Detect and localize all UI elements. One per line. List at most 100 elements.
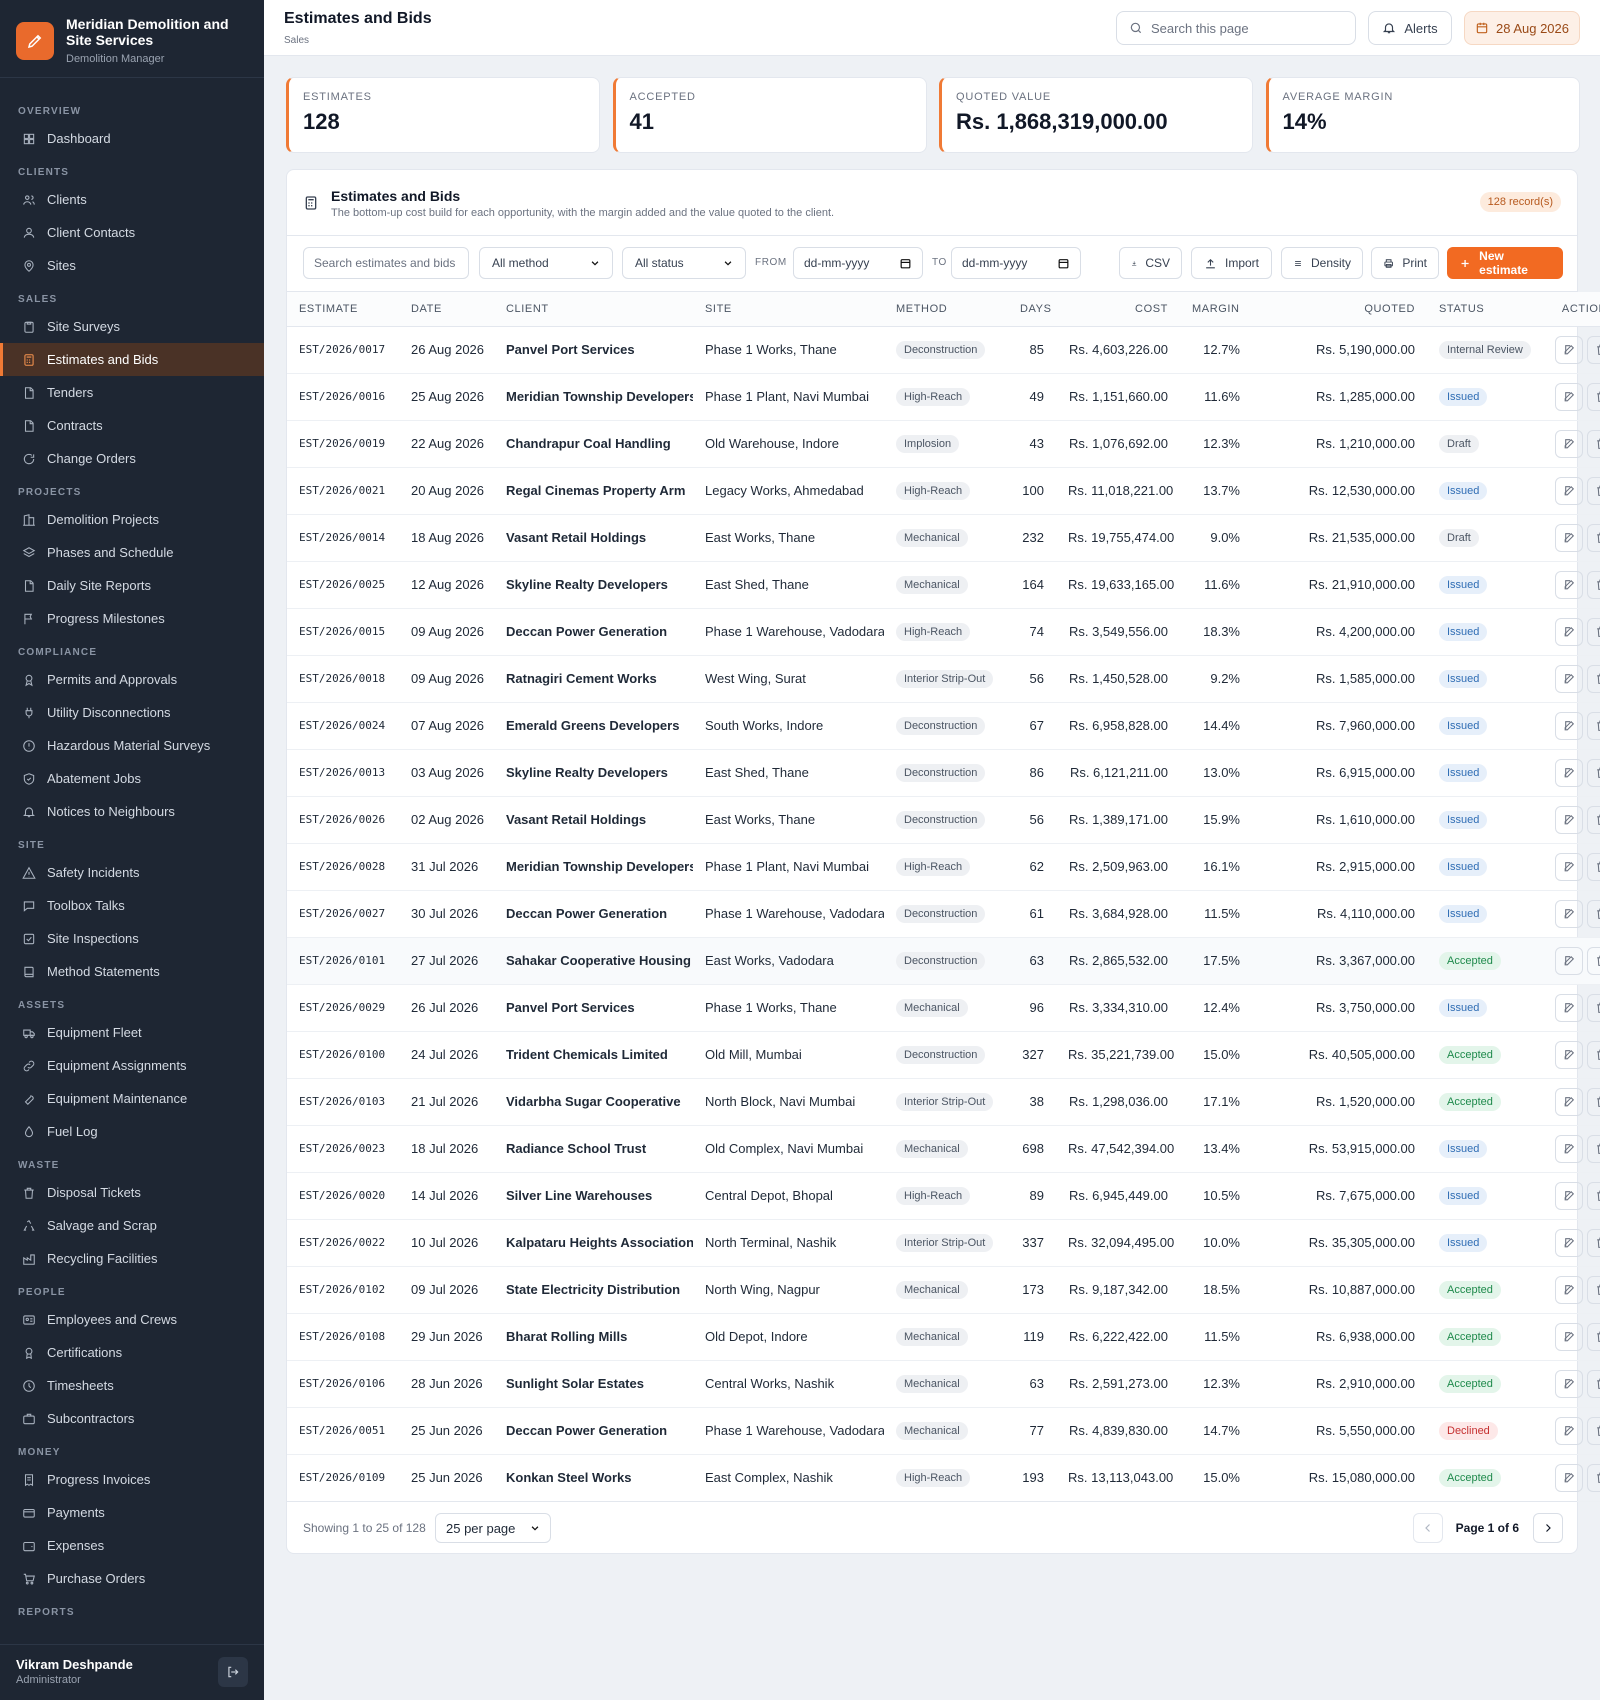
edit-button[interactable] bbox=[1555, 1228, 1583, 1257]
sidebar-item-progress-milestones[interactable]: Progress Milestones bbox=[0, 602, 264, 635]
edit-button[interactable] bbox=[1555, 946, 1583, 975]
edit-button[interactable] bbox=[1555, 1181, 1583, 1210]
sidebar-item-fuel-log[interactable]: Fuel Log bbox=[0, 1115, 264, 1148]
table-search-input[interactable]: Search estimates and bids bbox=[303, 247, 469, 279]
table-row[interactable]: EST/2026/0022 10 Jul 2026 Kalpataru Height… bbox=[287, 1219, 1600, 1267]
sidebar-item-estimates-and-bids[interactable]: Estimates and Bids bbox=[0, 343, 264, 376]
table-row[interactable]: EST/2026/0016 25 Aug 2026 Meridian Townshi… bbox=[287, 373, 1600, 421]
delete-button[interactable] bbox=[1587, 711, 1600, 740]
sidebar-item-daily-site-reports[interactable]: Daily Site Reports bbox=[0, 569, 264, 602]
sidebar-item-utility-disconnections[interactable]: Utility Disconnections bbox=[0, 696, 264, 729]
edit-button[interactable] bbox=[1555, 1040, 1583, 1069]
delete-button[interactable] bbox=[1587, 899, 1600, 928]
edit-button[interactable] bbox=[1555, 711, 1583, 740]
edit-button[interactable] bbox=[1555, 1087, 1583, 1116]
sidebar-item-dashboard[interactable]: Dashboard bbox=[0, 122, 264, 155]
to-date-input[interactable]: dd-mm-yyyy bbox=[951, 247, 1081, 279]
delete-button[interactable] bbox=[1587, 1228, 1600, 1257]
sidebar-item-permits-and-approvals[interactable]: Permits and Approvals bbox=[0, 663, 264, 696]
print-button[interactable]: Print bbox=[1371, 247, 1439, 279]
sidebar-item-equipment-maintenance[interactable]: Equipment Maintenance bbox=[0, 1082, 264, 1115]
sidebar-item-abatement-jobs[interactable]: Abatement Jobs bbox=[0, 762, 264, 795]
table-row[interactable]: EST/2026/0103 21 Jul 2026 Vidarbha Sugar C… bbox=[287, 1078, 1600, 1126]
delete-button[interactable] bbox=[1587, 852, 1600, 881]
table-row[interactable]: EST/2026/0017 26 Aug 2026 Panvel Port Serv… bbox=[287, 326, 1600, 374]
sidebar-item-notices-to-neighbours[interactable]: Notices to Neighbours bbox=[0, 795, 264, 828]
delete-button[interactable] bbox=[1587, 664, 1600, 693]
delete-button[interactable] bbox=[1587, 1040, 1600, 1069]
table-row[interactable]: EST/2026/0018 09 Aug 2026 Ratnagiri Cement… bbox=[287, 655, 1600, 703]
edit-button[interactable] bbox=[1555, 899, 1583, 928]
delete-button[interactable] bbox=[1587, 1087, 1600, 1116]
sidebar-item-contracts[interactable]: Contracts bbox=[0, 409, 264, 442]
edit-button[interactable] bbox=[1555, 1369, 1583, 1398]
table-row[interactable]: EST/2026/0109 25 Jun 2026 Konkan Steel Wor… bbox=[287, 1454, 1600, 1502]
per-page-select[interactable]: 25 per page bbox=[435, 1513, 551, 1543]
edit-button[interactable] bbox=[1555, 1322, 1583, 1351]
edit-button[interactable] bbox=[1555, 429, 1583, 458]
sidebar-item-method-statements[interactable]: Method Statements bbox=[0, 955, 264, 988]
table-row[interactable]: EST/2026/0020 14 Jul 2026 Silver Line Ware… bbox=[287, 1172, 1600, 1220]
sidebar-item-tenders[interactable]: Tenders bbox=[0, 376, 264, 409]
table-row[interactable]: EST/2026/0014 18 Aug 2026 Vasant Retail Ho… bbox=[287, 514, 1600, 562]
edit-button[interactable] bbox=[1555, 570, 1583, 599]
table-row[interactable]: EST/2026/0021 20 Aug 2026 Regal Cinemas Pr… bbox=[287, 467, 1600, 515]
sidebar-item-subcontractors[interactable]: Subcontractors bbox=[0, 1402, 264, 1435]
new-estimate-button[interactable]: New estimate bbox=[1447, 247, 1563, 279]
sidebar-item-salvage-and-scrap[interactable]: Salvage and Scrap bbox=[0, 1209, 264, 1242]
sidebar-item-phases-and-schedule[interactable]: Phases and Schedule bbox=[0, 536, 264, 569]
logout-button[interactable] bbox=[218, 1657, 248, 1687]
delete-button[interactable] bbox=[1587, 523, 1600, 552]
table-row[interactable]: EST/2026/0102 09 Jul 2026 State Electricit… bbox=[287, 1266, 1600, 1314]
edit-button[interactable] bbox=[1555, 993, 1583, 1022]
delete-button[interactable] bbox=[1587, 993, 1600, 1022]
sidebar-item-expenses[interactable]: Expenses bbox=[0, 1529, 264, 1562]
sidebar-item-progress-invoices[interactable]: Progress Invoices bbox=[0, 1463, 264, 1496]
edit-button[interactable] bbox=[1555, 523, 1583, 552]
table-row[interactable]: EST/2026/0028 31 Jul 2026 Meridian Townshi… bbox=[287, 843, 1600, 891]
alerts-button[interactable]: Alerts bbox=[1368, 11, 1452, 45]
delete-button[interactable] bbox=[1587, 1416, 1600, 1445]
edit-button[interactable] bbox=[1555, 476, 1583, 505]
edit-button[interactable] bbox=[1555, 1134, 1583, 1163]
delete-button[interactable] bbox=[1587, 1181, 1600, 1210]
edit-button[interactable] bbox=[1555, 1416, 1583, 1445]
sidebar-item-employees-and-crews[interactable]: Employees and Crews bbox=[0, 1303, 264, 1336]
sidebar-item-equipment-assignments[interactable]: Equipment Assignments bbox=[0, 1049, 264, 1082]
method-filter-select[interactable]: All method bbox=[479, 247, 613, 279]
delete-button[interactable] bbox=[1587, 1275, 1600, 1304]
table-row[interactable]: EST/2026/0101 27 Jul 2026 Sahakar Cooperat… bbox=[287, 937, 1600, 985]
edit-button[interactable] bbox=[1555, 852, 1583, 881]
sidebar-item-demolition-projects[interactable]: Demolition Projects bbox=[0, 503, 264, 536]
sidebar-item-certifications[interactable]: Certifications bbox=[0, 1336, 264, 1369]
edit-button[interactable] bbox=[1555, 664, 1583, 693]
table-row[interactable]: EST/2026/0025 12 Aug 2026 Skyline Realty D… bbox=[287, 561, 1600, 609]
next-page-button[interactable] bbox=[1533, 1513, 1563, 1543]
delete-button[interactable] bbox=[1587, 1369, 1600, 1398]
table-row[interactable]: EST/2026/0013 03 Aug 2026 Skyline Realty D… bbox=[287, 749, 1600, 797]
delete-button[interactable] bbox=[1587, 1463, 1600, 1492]
delete-button[interactable] bbox=[1587, 335, 1600, 364]
sidebar-item-recycling-facilities[interactable]: Recycling Facilities bbox=[0, 1242, 264, 1275]
edit-button[interactable] bbox=[1555, 758, 1583, 787]
table-row[interactable]: EST/2026/0051 25 Jun 2026 Deccan Power Gen… bbox=[287, 1407, 1600, 1455]
sidebar-item-change-orders[interactable]: Change Orders bbox=[0, 442, 264, 475]
delete-button[interactable] bbox=[1587, 476, 1600, 505]
previous-page-button[interactable] bbox=[1413, 1513, 1443, 1543]
edit-button[interactable] bbox=[1555, 805, 1583, 834]
delete-button[interactable] bbox=[1587, 946, 1600, 975]
sidebar-item-disposal-tickets[interactable]: Disposal Tickets bbox=[0, 1176, 264, 1209]
from-date-input[interactable]: dd-mm-yyyy bbox=[793, 247, 923, 279]
delete-button[interactable] bbox=[1587, 429, 1600, 458]
status-filter-select[interactable]: All status bbox=[622, 247, 746, 279]
table-row[interactable]: EST/2026/0108 29 Jun 2026 Bharat Rolling M… bbox=[287, 1313, 1600, 1361]
edit-button[interactable] bbox=[1555, 617, 1583, 646]
sidebar-item-timesheets[interactable]: Timesheets bbox=[0, 1369, 264, 1402]
table-row[interactable]: EST/2026/0015 09 Aug 2026 Deccan Power Gen… bbox=[287, 608, 1600, 656]
table-row[interactable]: EST/2026/0026 02 Aug 2026 Vasant Retail Ho… bbox=[287, 796, 1600, 844]
delete-button[interactable] bbox=[1587, 617, 1600, 646]
density-button[interactable]: Density bbox=[1281, 247, 1363, 279]
sidebar-item-equipment-fleet[interactable]: Equipment Fleet bbox=[0, 1016, 264, 1049]
delete-button[interactable] bbox=[1587, 1134, 1600, 1163]
date-button[interactable]: 28 Aug 2026 bbox=[1464, 11, 1580, 45]
